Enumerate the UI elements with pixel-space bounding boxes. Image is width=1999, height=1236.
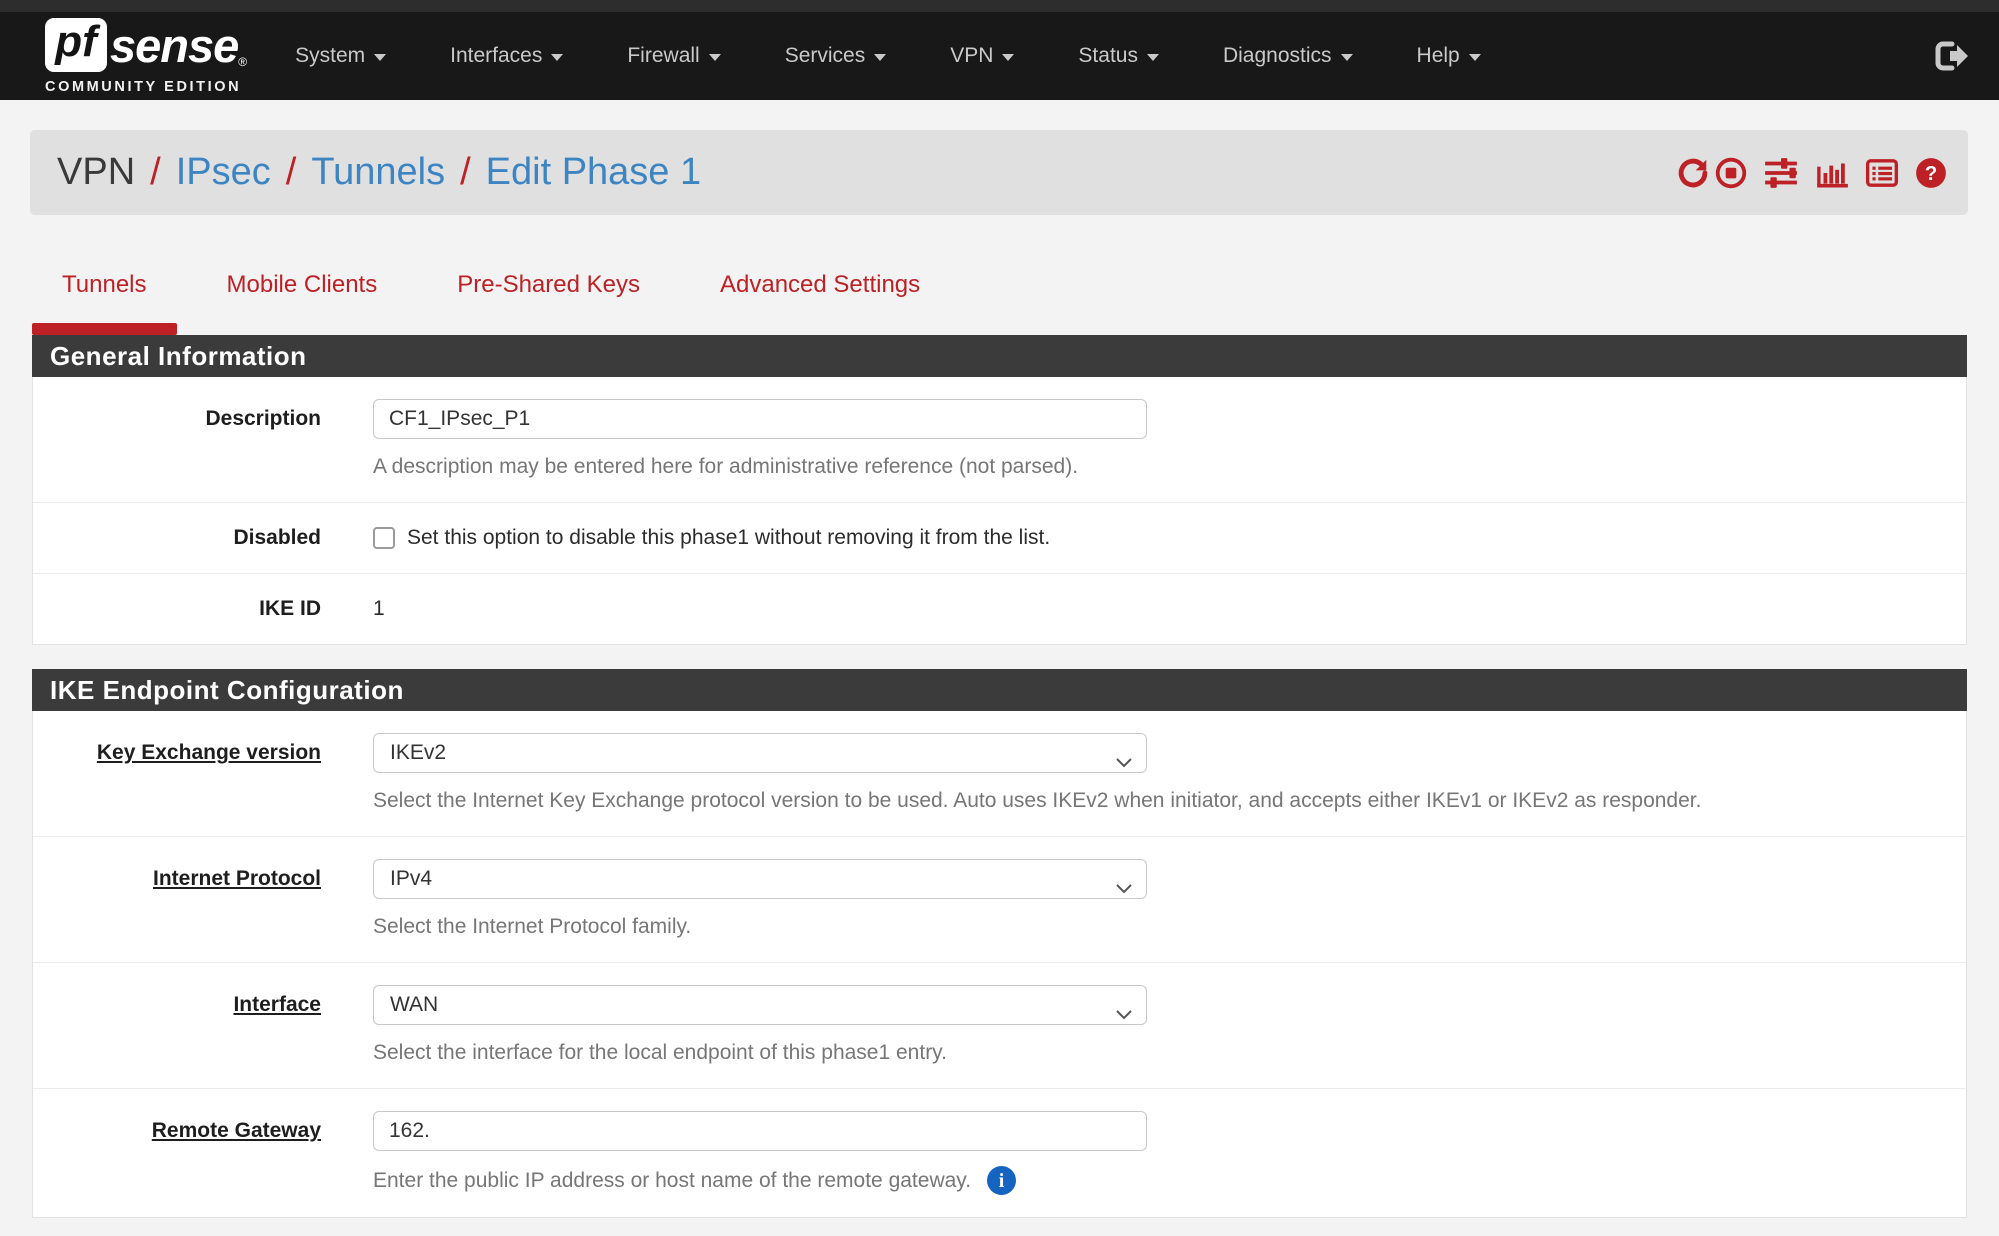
info-icon[interactable]: i	[987, 1166, 1016, 1195]
description-row: Description A description may be entered…	[33, 377, 1966, 502]
nav-item-vpn[interactable]: VPN	[950, 44, 1014, 68]
interface-select[interactable]: WAN	[373, 985, 1147, 1025]
key-exchange-version-row: Key Exchange version IKEv2 Select the In…	[33, 711, 1966, 836]
breadcrumb-separator: /	[286, 151, 297, 194]
stop-circle-icon[interactable]	[1714, 156, 1748, 190]
nav-menu: System Interfaces Firewall Services VPN …	[295, 44, 1481, 68]
caret-down-icon	[1469, 54, 1481, 61]
caret-down-icon	[1002, 54, 1014, 61]
caret-down-icon	[374, 54, 386, 61]
nav-item-label: Firewall	[627, 44, 699, 68]
nav-item-label: Status	[1078, 44, 1138, 68]
breadcrumb-separator: /	[460, 151, 471, 194]
description-label: Description	[33, 399, 321, 480]
nav-item-status[interactable]: Status	[1078, 44, 1159, 68]
section-title-general-information: General Information	[32, 335, 1967, 377]
remote-gateway-label[interactable]: Remote Gateway	[33, 1111, 321, 1195]
general-information-panel: General Information Description A descri…	[32, 335, 1967, 645]
breadcrumb-bar: VPN / IPsec / Tunnels / Edit Phase 1	[30, 130, 1968, 215]
ike-endpoint-configuration-panel: IKE Endpoint Configuration Key Exchange …	[32, 669, 1967, 1218]
ike-id-label: IKE ID	[33, 596, 321, 622]
nav-item-label: Diagnostics	[1223, 44, 1332, 68]
nav-item-label: System	[295, 44, 365, 68]
interface-label[interactable]: Interface	[33, 985, 321, 1066]
caret-down-icon	[709, 54, 721, 61]
disabled-row: Disabled Set this option to disable this…	[33, 502, 1966, 573]
remote-gateway-row: Remote Gateway Enter the public IP addre…	[33, 1088, 1966, 1217]
caret-down-icon	[1147, 54, 1159, 61]
breadcrumb: VPN / IPsec / Tunnels / Edit Phase 1	[57, 151, 701, 194]
summary-list-icon[interactable]	[1865, 156, 1899, 190]
tab-tunnels[interactable]: Tunnels	[32, 257, 177, 335]
key-exchange-version-value: IKEv2	[390, 741, 446, 765]
nav-item-diagnostics[interactable]: Diagnostics	[1223, 44, 1353, 68]
tab-bar: Tunnels Mobile Clients Pre-Shared Keys A…	[32, 257, 1999, 335]
internet-protocol-value: IPv4	[390, 867, 432, 891]
ike-id-value: 1	[373, 596, 1966, 622]
disabled-checkbox[interactable]	[373, 527, 395, 549]
window-top-strip	[0, 0, 1999, 12]
sliders-icon[interactable]	[1763, 156, 1799, 190]
nav-item-interfaces[interactable]: Interfaces	[450, 44, 563, 68]
nav-item-services[interactable]: Services	[785, 44, 887, 68]
bar-chart-icon[interactable]	[1814, 156, 1850, 190]
pfsense-logo[interactable]: pf sense ® COMMUNITY EDITION	[45, 18, 247, 95]
key-exchange-version-help: Select the Internet Key Exchange protoco…	[373, 788, 1966, 814]
internet-protocol-select[interactable]: IPv4	[373, 859, 1147, 899]
nav-item-label: Services	[785, 44, 866, 68]
tab-pre-shared-keys[interactable]: Pre-Shared Keys	[427, 257, 670, 335]
sign-out-icon[interactable]	[1933, 39, 1969, 73]
chevron-down-icon	[1116, 750, 1132, 774]
page-action-icons: ?	[1676, 156, 1948, 190]
breadcrumb-separator: /	[150, 151, 161, 194]
internet-protocol-label[interactable]: Internet Protocol	[33, 859, 321, 940]
chevron-down-icon	[1116, 1002, 1132, 1026]
help-icon[interactable]: ?	[1914, 156, 1948, 190]
key-exchange-version-label[interactable]: Key Exchange version	[33, 733, 321, 814]
nav-item-help[interactable]: Help	[1417, 44, 1481, 68]
nav-item-system[interactable]: System	[295, 44, 386, 68]
tab-advanced-settings[interactable]: Advanced Settings	[690, 257, 950, 335]
main-navbar: pf sense ® COMMUNITY EDITION System Inte…	[0, 12, 1999, 100]
interface-row: Interface WAN Select the interface for t…	[33, 962, 1966, 1088]
remote-gateway-input[interactable]	[373, 1111, 1147, 1151]
breadcrumb-vpn: VPN	[57, 151, 135, 194]
registered-mark: ®	[238, 55, 247, 69]
nav-item-firewall[interactable]: Firewall	[627, 44, 720, 68]
key-exchange-version-select[interactable]: IKEv2	[373, 733, 1147, 773]
internet-protocol-row: Internet Protocol IPv4 Select the Intern…	[33, 836, 1966, 962]
caret-down-icon	[1341, 54, 1353, 61]
pf-logo-box: pf	[45, 18, 107, 72]
breadcrumb-ipsec-link[interactable]: IPsec	[176, 151, 271, 194]
interface-value: WAN	[390, 993, 438, 1017]
nav-item-label: Interfaces	[450, 44, 542, 68]
refresh-icon[interactable]	[1676, 156, 1710, 190]
svg-text:?: ?	[1925, 162, 1937, 184]
caret-down-icon	[551, 54, 563, 61]
sense-logo-text: sense	[110, 18, 238, 73]
interface-help: Select the interface for the local endpo…	[373, 1040, 1966, 1066]
breadcrumb-edit-phase1-link[interactable]: Edit Phase 1	[486, 151, 701, 194]
internet-protocol-help: Select the Internet Protocol family.	[373, 914, 1966, 940]
section-title-ike-endpoint-configuration: IKE Endpoint Configuration	[32, 669, 1967, 711]
tab-mobile-clients[interactable]: Mobile Clients	[197, 257, 408, 335]
nav-item-label: Help	[1417, 44, 1460, 68]
nav-item-label: VPN	[950, 44, 993, 68]
ike-id-row: IKE ID 1	[33, 573, 1966, 644]
breadcrumb-tunnels-link[interactable]: Tunnels	[311, 151, 445, 194]
description-input[interactable]	[373, 399, 1147, 439]
chevron-down-icon	[1116, 876, 1132, 900]
remote-gateway-help: Enter the public IP address or host name…	[373, 1168, 971, 1194]
disabled-label: Disabled	[33, 525, 321, 551]
community-edition-label: COMMUNITY EDITION	[45, 79, 247, 95]
disabled-checkbox-text: Set this option to disable this phase1 w…	[407, 525, 1050, 551]
description-help: A description may be entered here for ad…	[373, 454, 1966, 480]
caret-down-icon	[874, 54, 886, 61]
